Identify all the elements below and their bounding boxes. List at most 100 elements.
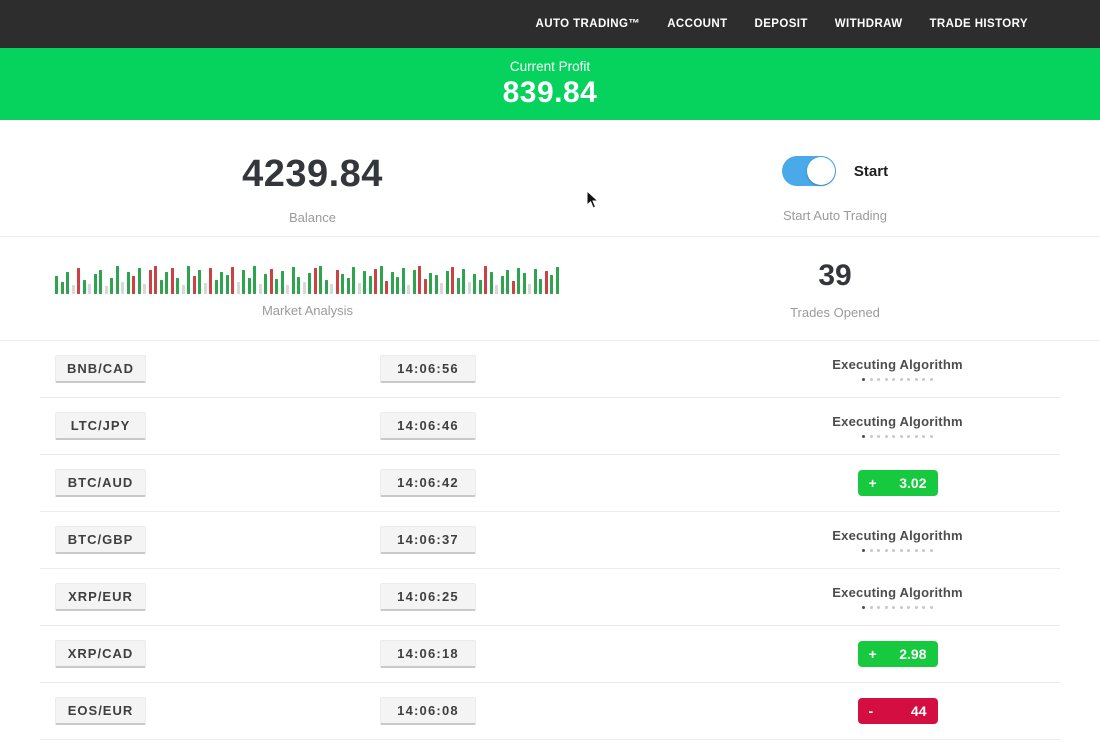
pair-chip[interactable]: XRP/CAD bbox=[55, 640, 146, 668]
progress-dot bbox=[915, 606, 918, 609]
balance-block: 4239.84 Balance bbox=[0, 120, 625, 225]
toggle-knob-icon bbox=[807, 157, 835, 185]
market-bar bbox=[358, 283, 361, 294]
market-bar bbox=[286, 285, 289, 294]
progress-dot bbox=[907, 378, 910, 381]
progress-dot bbox=[870, 606, 873, 609]
progress-dot bbox=[930, 435, 933, 438]
market-bar bbox=[182, 285, 185, 294]
market-bar bbox=[204, 283, 207, 294]
market-bar bbox=[259, 284, 262, 294]
time-chip[interactable]: 14:06:46 bbox=[380, 412, 476, 440]
time-chip[interactable]: 14:06:37 bbox=[380, 526, 476, 554]
progress-dot bbox=[930, 378, 933, 381]
market-bar bbox=[308, 273, 311, 294]
market-bar bbox=[132, 276, 135, 294]
progress-dot bbox=[877, 435, 880, 438]
market-bar bbox=[473, 274, 476, 294]
market-bar bbox=[495, 285, 498, 294]
progress-dot bbox=[922, 606, 925, 609]
market-bar bbox=[468, 282, 471, 294]
progress-dot bbox=[907, 606, 910, 609]
progress-dot bbox=[892, 435, 895, 438]
current-profit-label: Current Profit bbox=[0, 48, 1100, 74]
market-bar bbox=[330, 284, 333, 294]
trade-status-cell: +2.98 bbox=[740, 641, 1055, 667]
market-bar bbox=[231, 267, 234, 294]
market-bar bbox=[165, 272, 168, 294]
market-bar bbox=[556, 267, 559, 294]
market-bar bbox=[55, 276, 58, 294]
market-bar bbox=[424, 279, 427, 294]
nav-item-auto-trading[interactable]: AUTO TRADING™ bbox=[536, 18, 641, 30]
market-bar bbox=[127, 272, 130, 294]
badge-sign: + bbox=[869, 646, 877, 662]
market-bar bbox=[154, 266, 157, 294]
market-bar bbox=[176, 278, 179, 294]
pair-chip[interactable]: EOS/EUR bbox=[55, 697, 146, 725]
pair-chip[interactable]: XRP/EUR bbox=[55, 583, 146, 611]
market-bar bbox=[484, 266, 487, 294]
nav-item-trade-history[interactable]: TRADE HISTORY bbox=[930, 18, 1029, 30]
progress-dot bbox=[885, 378, 888, 381]
market-bar bbox=[490, 272, 493, 294]
market-bar bbox=[479, 280, 482, 294]
balance-label: Balance bbox=[0, 210, 625, 225]
time-chip[interactable]: 14:06:08 bbox=[380, 697, 476, 725]
market-bar bbox=[61, 282, 64, 294]
progress-dot bbox=[930, 549, 933, 552]
market-bar bbox=[501, 276, 504, 294]
market-bar bbox=[198, 270, 201, 294]
market-bar bbox=[528, 284, 531, 294]
market-bar bbox=[297, 277, 300, 294]
progress-dot bbox=[877, 549, 880, 552]
time-chip[interactable]: 14:06:42 bbox=[380, 469, 476, 497]
market-bar bbox=[385, 281, 388, 294]
market-analysis-row: Market Analysis 39 Trades Opened bbox=[0, 237, 1100, 341]
pair-chip[interactable]: LTC/JPY bbox=[55, 412, 146, 440]
progress-dot bbox=[885, 435, 888, 438]
progress-dot bbox=[892, 549, 895, 552]
table-row: XRP/EUR 14:06:25 Executing Algorithm bbox=[40, 569, 1060, 626]
market-bar bbox=[380, 266, 383, 294]
market-bar bbox=[391, 272, 394, 294]
time-chip[interactable]: 14:06:25 bbox=[380, 583, 476, 611]
auto-trading-toggle[interactable] bbox=[782, 156, 836, 186]
market-bar bbox=[303, 282, 306, 294]
progress-dot bbox=[900, 378, 903, 381]
trades-opened-count: 39 bbox=[625, 259, 1045, 293]
toggle-label: Start bbox=[854, 163, 888, 180]
nav-item-deposit[interactable]: DEPOSIT bbox=[755, 18, 808, 30]
market-bar bbox=[462, 269, 465, 294]
market-bar bbox=[209, 268, 212, 294]
nav-item-withdraw[interactable]: WITHDRAW bbox=[835, 18, 903, 30]
nav-item-account[interactable]: ACCOUNT bbox=[667, 18, 727, 30]
market-bar bbox=[275, 279, 278, 294]
market-bar bbox=[363, 271, 366, 294]
market-bar bbox=[193, 276, 196, 294]
pair-chip[interactable]: BNB/CAD bbox=[55, 355, 146, 383]
time-chip[interactable]: 14:06:56 bbox=[380, 355, 476, 383]
toggle-sublabel: Start Auto Trading bbox=[625, 208, 1045, 223]
trade-status-cell: Executing Algorithm bbox=[740, 357, 1055, 381]
current-profit-value: 839.84 bbox=[0, 76, 1100, 110]
market-bar bbox=[539, 279, 542, 294]
trades-table: BNB/CAD 14:06:56 Executing Algorithm LTC… bbox=[40, 341, 1060, 740]
progress-dot bbox=[870, 435, 873, 438]
trade-status-cell: Executing Algorithm bbox=[740, 528, 1055, 552]
table-row: BTC/AUD 14:06:42 +3.02 bbox=[40, 455, 1060, 512]
pair-chip[interactable]: BTC/GBP bbox=[55, 526, 146, 554]
market-bar bbox=[110, 278, 113, 294]
progress-dot bbox=[862, 549, 865, 552]
market-bar bbox=[413, 270, 416, 294]
market-bar bbox=[523, 273, 526, 294]
progress-dot bbox=[922, 378, 925, 381]
market-bar bbox=[149, 270, 152, 294]
pair-chip[interactable]: BTC/AUD bbox=[55, 469, 146, 497]
market-bar bbox=[237, 282, 240, 294]
market-bar bbox=[105, 286, 108, 294]
trades-opened-label: Trades Opened bbox=[625, 305, 1045, 320]
market-bar bbox=[220, 272, 223, 294]
time-chip[interactable]: 14:06:18 bbox=[380, 640, 476, 668]
market-bar bbox=[253, 266, 256, 294]
